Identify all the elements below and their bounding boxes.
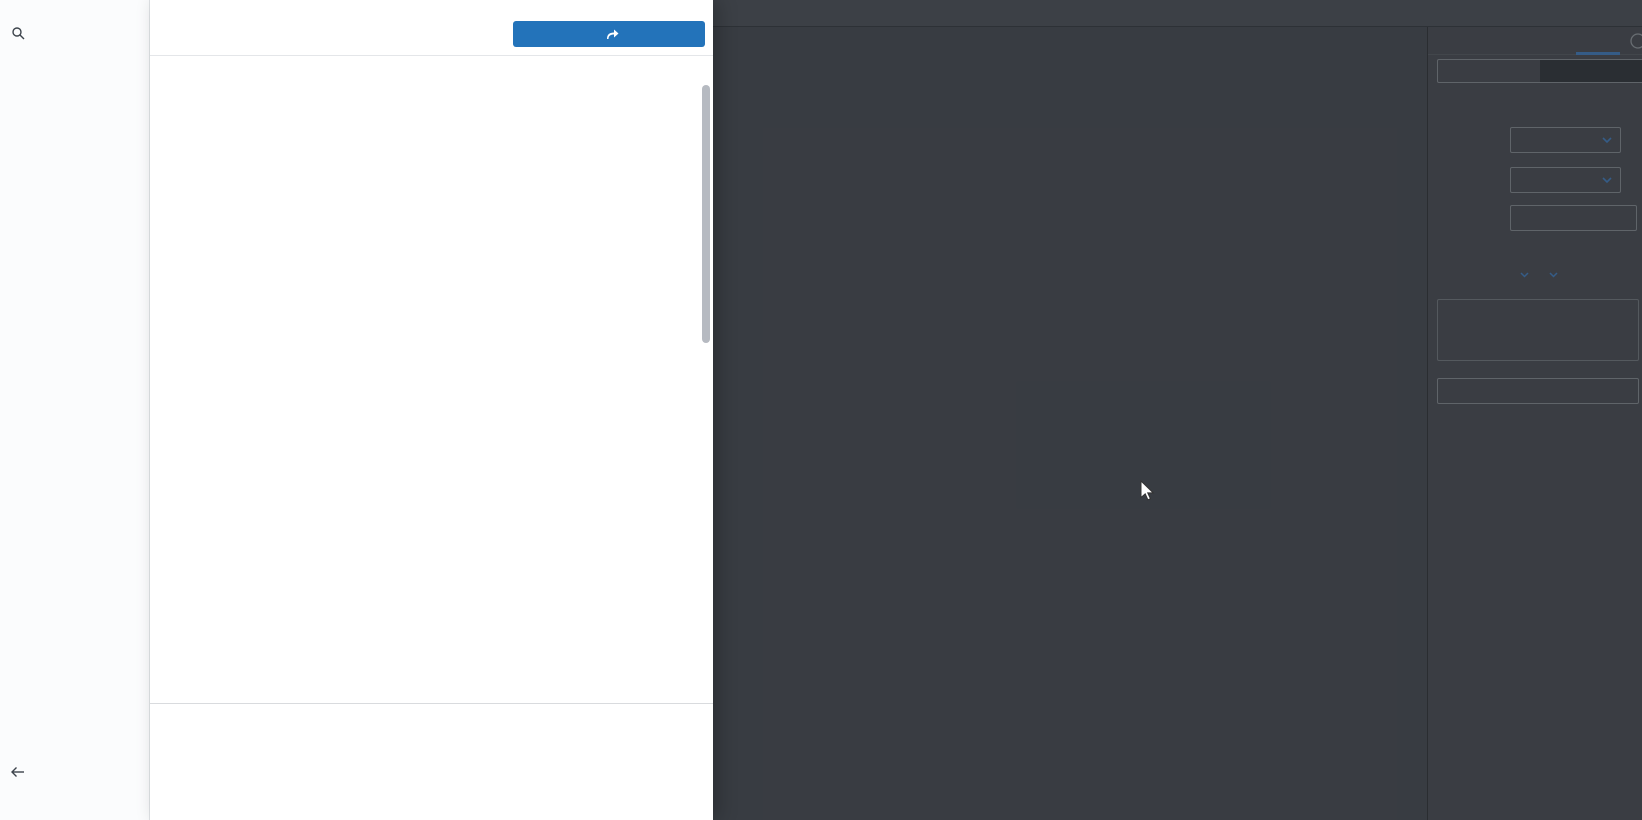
chevron-down-icon: [1602, 176, 1612, 183]
trading-app: [0, 0, 1642, 820]
toggle-indicador[interactable]: [1540, 60, 1642, 82]
share-arrow-icon: [607, 29, 619, 39]
deal-ticket-panel: [1427, 27, 1642, 820]
sidebar: [0, 0, 150, 820]
alert-message-input[interactable]: [1437, 299, 1639, 361]
ticket-tabs: [1428, 27, 1642, 55]
chevron-down-icon: [1549, 272, 1558, 278]
price-type-select[interactable]: [1510, 167, 1621, 193]
divider: [150, 55, 713, 56]
search-icon: [12, 27, 25, 40]
technical-signals-panel: [150, 0, 713, 820]
signals-table: [150, 79, 713, 703]
hide-menu-button[interactable]: [11, 766, 32, 778]
add-indicator-button[interactable]: [1510, 205, 1637, 231]
add-to-workspace-button[interactable]: [513, 21, 705, 47]
alert-timing-selects: [1510, 272, 1558, 278]
price-indicator-toggle: [1437, 59, 1642, 83]
chevron-down-icon: [1520, 272, 1529, 278]
search-input[interactable]: [0, 0, 149, 40]
toggle-precio[interactable]: [1438, 60, 1540, 82]
help-icon[interactable]: [1628, 31, 1642, 51]
chevron-down-icon: [1602, 136, 1612, 143]
active-tab-underline: [1576, 52, 1620, 55]
disclaimer-footer: [150, 703, 713, 712]
arrow-left-icon: [11, 767, 24, 777]
resolution-select[interactable]: [1510, 127, 1621, 153]
table-scrollbar[interactable]: [702, 85, 710, 343]
configure-alert-button[interactable]: [1437, 378, 1639, 404]
